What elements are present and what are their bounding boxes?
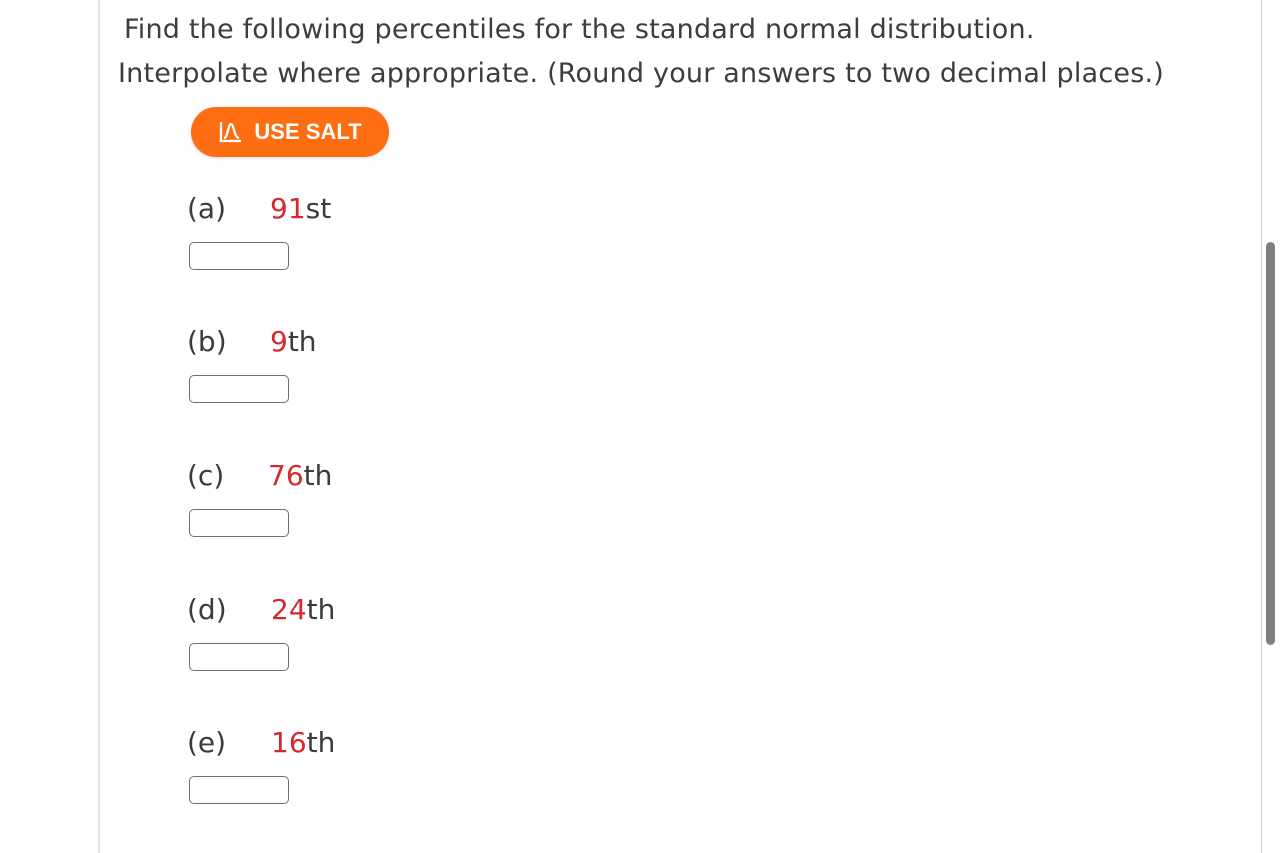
question-line-1: Find the following percentiles for the s… — [124, 14, 1035, 45]
part-label: (e) — [187, 726, 227, 759]
percentile-suffix: th — [287, 325, 317, 358]
answer-input-e[interactable] — [189, 776, 289, 804]
percentile-suffix: th — [306, 726, 336, 759]
question-line-2: Interpolate where appropriate. (Round yo… — [118, 58, 1164, 89]
percentile: 76th — [268, 459, 332, 492]
answer-input-d[interactable] — [189, 643, 289, 671]
bell-curve-icon — [218, 120, 244, 144]
percentile-number: 91 — [270, 192, 306, 225]
percentile-number: 24 — [271, 593, 307, 626]
percentile-suffix: th — [306, 593, 336, 626]
answer-input-c[interactable] — [189, 509, 289, 537]
part-label: (d) — [187, 593, 227, 626]
part-label: (c) — [187, 459, 225, 492]
percentile: 24th — [271, 593, 335, 626]
answer-input-b[interactable] — [189, 375, 289, 403]
content-right-border — [1261, 0, 1262, 853]
percentile-suffix: st — [305, 192, 332, 225]
answer-input-a[interactable] — [189, 242, 289, 270]
question-text: Find the following percentiles for the s… — [118, 8, 1248, 96]
part-label: (a) — [187, 192, 227, 225]
percentile-number: 16 — [271, 726, 307, 759]
vertical-scrollbar-thumb[interactable] — [1266, 242, 1275, 645]
use-salt-label: USE SALT — [254, 119, 362, 144]
use-salt-button[interactable]: USE SALT — [191, 107, 389, 157]
percentile: 91st — [270, 192, 331, 225]
percentile-number: 9 — [270, 325, 288, 358]
percentile: 16th — [271, 726, 335, 759]
content-left-border — [98, 0, 100, 853]
percentile: 9th — [270, 325, 317, 358]
percentile-suffix: th — [303, 459, 333, 492]
part-label: (b) — [187, 325, 227, 358]
percentile-number: 76 — [268, 459, 304, 492]
